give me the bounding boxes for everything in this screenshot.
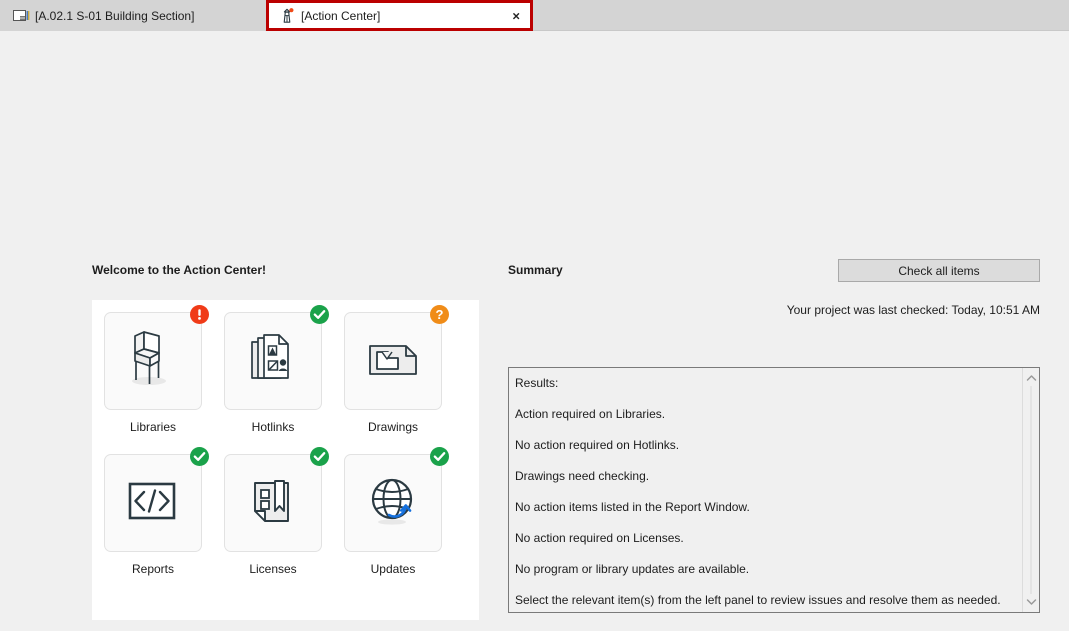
chevron-down-icon[interactable] xyxy=(1023,594,1039,610)
work-area: Welcome to the Action Center! Libraries … xyxy=(0,31,1069,631)
tab-action-center[interactable]: [Action Center] × xyxy=(266,0,533,31)
result-line: No action required on Hotlinks. xyxy=(515,438,680,452)
summary-title: Summary xyxy=(508,263,563,277)
tile-reports-button[interactable] xyxy=(104,447,209,552)
result-line: Results: xyxy=(515,376,559,390)
action-center-tower-icon xyxy=(278,7,296,25)
tab-label: [A.02.1 S-01 Building Section] xyxy=(35,8,195,23)
tile-label: Reports xyxy=(131,562,175,576)
tile-libraries: Libraries xyxy=(103,305,209,434)
svg-text:?: ? xyxy=(436,307,444,322)
status-badge-ok xyxy=(310,447,329,466)
tab-label: [Action Center] xyxy=(301,8,381,23)
tile-drawings-button[interactable]: ? xyxy=(344,305,449,410)
tile-label: Updates xyxy=(370,562,416,576)
status-badge-alert xyxy=(190,305,209,324)
tile-label: Hotlinks xyxy=(251,420,295,434)
status-badge-ok xyxy=(430,447,449,466)
code-icon xyxy=(121,470,185,537)
result-line: Select the relevant item(s) from the lef… xyxy=(515,593,1001,607)
chair-icon xyxy=(121,328,185,395)
chevron-up-icon[interactable] xyxy=(1023,370,1039,386)
documents-icon xyxy=(241,328,305,395)
results-scrollbar[interactable] xyxy=(1022,368,1039,612)
results-text: Results: Action required on Libraries. N… xyxy=(509,368,1022,612)
last-checked-label: Your project was last checked: Today, 10… xyxy=(786,303,1040,317)
tile-hotlinks: Hotlinks xyxy=(223,305,329,434)
tile-hotlinks-button[interactable] xyxy=(224,305,329,410)
status-badge-ok xyxy=(190,447,209,466)
results-panel: Results: Action required on Libraries. N… xyxy=(508,367,1040,613)
page-title: Welcome to the Action Center! xyxy=(92,263,267,277)
tile-label: Drawings xyxy=(367,420,418,434)
globe-refresh-icon xyxy=(361,470,425,537)
close-icon[interactable]: × xyxy=(512,9,520,22)
status-badge-ok xyxy=(310,305,329,324)
license-bookmark-icon xyxy=(241,470,305,537)
section-view-icon xyxy=(12,7,30,25)
tile-drawings: ? Drawings xyxy=(343,305,449,434)
tile-label: Licenses xyxy=(249,562,297,576)
tile-updates-button[interactable] xyxy=(344,447,449,552)
tile-row: Libraries Hotlinks ? Drawings xyxy=(103,305,449,434)
tab-building-section[interactable]: [A.02.1 S-01 Building Section] xyxy=(0,0,265,31)
tile-licenses-button[interactable] xyxy=(224,447,329,552)
tile-label: Libraries xyxy=(129,420,177,434)
tile-row: Reports Licenses Updates xyxy=(103,447,449,576)
tile-updates: Updates xyxy=(343,447,449,576)
result-line: No action required on Licenses. xyxy=(515,531,684,545)
result-line: No action items listed in the Report Win… xyxy=(515,500,750,514)
result-line: Action required on Libraries. xyxy=(515,407,666,421)
tile-licenses: Licenses xyxy=(223,447,329,576)
tab-bar: [A.02.1 S-01 Building Section] [Action C… xyxy=(0,0,1069,31)
tile-panel: Libraries Hotlinks ? Drawings Reports Li… xyxy=(92,300,479,620)
check-all-items-button[interactable]: Check all items xyxy=(838,259,1040,282)
tile-reports: Reports xyxy=(103,447,209,576)
drawing-icon xyxy=(361,328,425,395)
result-line: No program or library updates are availa… xyxy=(515,562,750,576)
status-badge-warn: ? xyxy=(430,305,449,324)
result-line: Drawings need checking. xyxy=(515,469,650,483)
scrollbar-track[interactable] xyxy=(1030,386,1032,594)
tile-libraries-button[interactable] xyxy=(104,305,209,410)
